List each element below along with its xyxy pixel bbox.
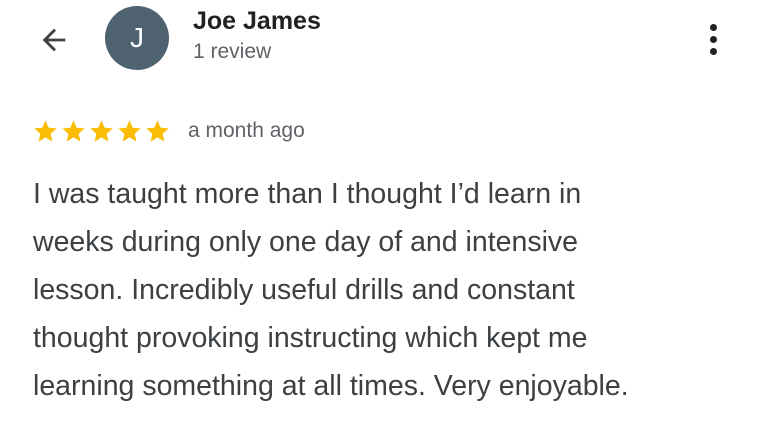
- star-icon: [118, 119, 141, 142]
- more-vert-icon: [709, 23, 717, 31]
- more-options-button[interactable]: [695, 14, 731, 64]
- review-date: a month ago: [188, 119, 305, 142]
- more-vert-icon-dot: [709, 35, 717, 43]
- star-icon: [90, 119, 113, 142]
- review-page: J Joe James 1 review a month ago I was t…: [0, 0, 768, 432]
- review-text-line: I was taught more than I thought I’d lea…: [33, 178, 582, 210]
- star-rating: [32, 118, 171, 145]
- review-text-line: weeks during only one day of and intensi…: [33, 226, 579, 258]
- rating-row: a month ago: [32, 114, 305, 148]
- avatar[interactable]: J: [105, 6, 169, 70]
- star-icon: [146, 119, 169, 142]
- review-count: 1 review: [193, 40, 272, 63]
- review-text: I was taught more than I thought I’d lea…: [33, 170, 733, 410]
- back-button[interactable]: [34, 20, 74, 60]
- arrow-back-icon: [42, 28, 66, 52]
- more-vert-icon-dot: [709, 47, 717, 55]
- star-icon: [62, 119, 85, 142]
- star-icon: [34, 119, 57, 142]
- review-text-line: learning something at all times. Very en…: [33, 370, 629, 402]
- reviewer-name[interactable]: Joe James: [193, 6, 321, 36]
- avatar-initial: J: [130, 22, 144, 53]
- review-text-line: lesson. Incredibly useful drills and con…: [33, 274, 575, 306]
- review-text-line: thought provoking instructing which kept…: [33, 322, 588, 354]
